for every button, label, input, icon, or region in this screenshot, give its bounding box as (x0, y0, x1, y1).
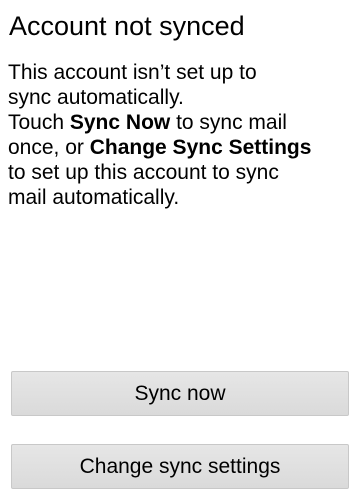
message-line-4-prefix: once, or (8, 136, 90, 159)
message-line-6: mail automatically. (8, 186, 180, 209)
message-line-3-suffix: to sync mail (170, 111, 287, 134)
change-sync-settings-emphasis: Change Sync Settings (89, 136, 312, 159)
message-line-5: to set up this account to sync (8, 161, 279, 184)
message-line-1: This account isn’t set up to (8, 61, 257, 84)
sync-now-button[interactable]: Sync now (11, 371, 349, 416)
change-sync-settings-button[interactable]: Change sync settings (11, 444, 349, 489)
message-line-3: Touch Sync Now to sync mail (8, 110, 360, 135)
message-line-4: once, or Change Sync Settings (8, 135, 360, 160)
sync-now-emphasis: Sync Now (69, 111, 171, 134)
message-line-2: sync automatically. (8, 86, 184, 109)
dialog-message: This account isn’t set up to sync automa… (8, 60, 360, 210)
message-line-3-prefix: Touch (8, 111, 70, 134)
dialog-title: Account not synced (9, 11, 245, 41)
